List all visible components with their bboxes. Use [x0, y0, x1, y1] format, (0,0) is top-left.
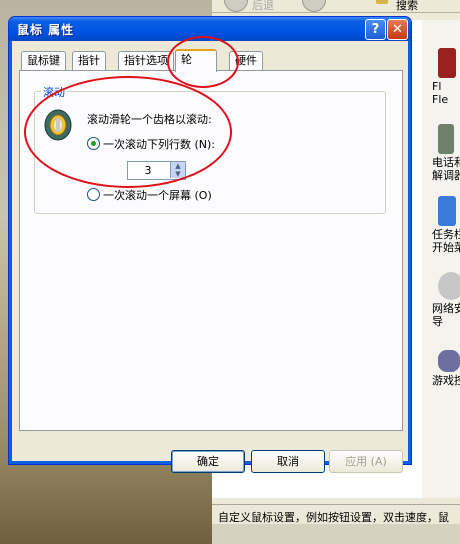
flash-icon	[438, 48, 456, 78]
back-label[interactable]: 后退	[252, 0, 274, 12]
apply-button[interactable]: 应用 (A)	[329, 450, 403, 473]
tab-wheel[interactable]: 轮	[175, 49, 217, 72]
dialog-title: 鼠标 属性	[17, 23, 75, 37]
tab-pointer-options[interactable]: 指针选项	[118, 51, 174, 70]
control-panel-item-label: 电话和 解调器	[432, 156, 460, 182]
options-highlight-annotation	[24, 76, 232, 188]
tab-pointers[interactable]: 指针	[72, 51, 106, 70]
control-panel-item-label: 游戏控	[432, 374, 460, 387]
control-panel-item-flash[interactable]: Fl Fle	[432, 48, 460, 106]
status-text: 自定义鼠标设置，例如按钮设置，双击速度，鼠	[218, 511, 449, 524]
control-panel-item-phone-modem[interactable]: 电话和 解调器	[432, 124, 460, 182]
background-toolbar: 后退 搜索	[212, 0, 460, 13]
gamepad-icon	[438, 350, 460, 372]
control-panel-item-taskbar[interactable]: 任务栏 开始菜	[432, 196, 460, 254]
search-label[interactable]: 搜索	[396, 0, 418, 12]
control-panel-item-label: 任务栏 开始菜	[432, 228, 460, 254]
cancel-button[interactable]: 取消	[251, 450, 325, 473]
control-panel-item-label: Fl Fle	[432, 80, 449, 106]
search-icon[interactable]	[376, 0, 388, 4]
forward-icon[interactable]	[302, 0, 326, 12]
control-panel-item-game-controllers[interactable]: 游戏控	[432, 350, 460, 387]
phone-icon	[438, 124, 454, 154]
control-panel-item-network[interactable]: 网络安 导	[432, 272, 460, 328]
close-button[interactable]: ✕	[387, 19, 408, 40]
control-panel-item-label: 网络安 导	[432, 302, 460, 328]
help-button[interactable]: ?	[365, 19, 386, 40]
status-bar: 自定义鼠标设置，例如按钮设置，双击速度，鼠	[212, 504, 460, 525]
taskbar-icon	[438, 196, 456, 226]
scroll-screen-label[interactable]: 一次滚动一个屏幕 (O)	[103, 187, 212, 203]
desktop-strip	[212, 524, 460, 544]
scroll-screen-radio[interactable]	[87, 188, 100, 201]
tab-buttons[interactable]: 鼠标键	[21, 51, 66, 70]
ok-button[interactable]: 确定	[171, 450, 245, 473]
back-icon[interactable]	[224, 0, 248, 12]
network-icon	[438, 272, 460, 300]
